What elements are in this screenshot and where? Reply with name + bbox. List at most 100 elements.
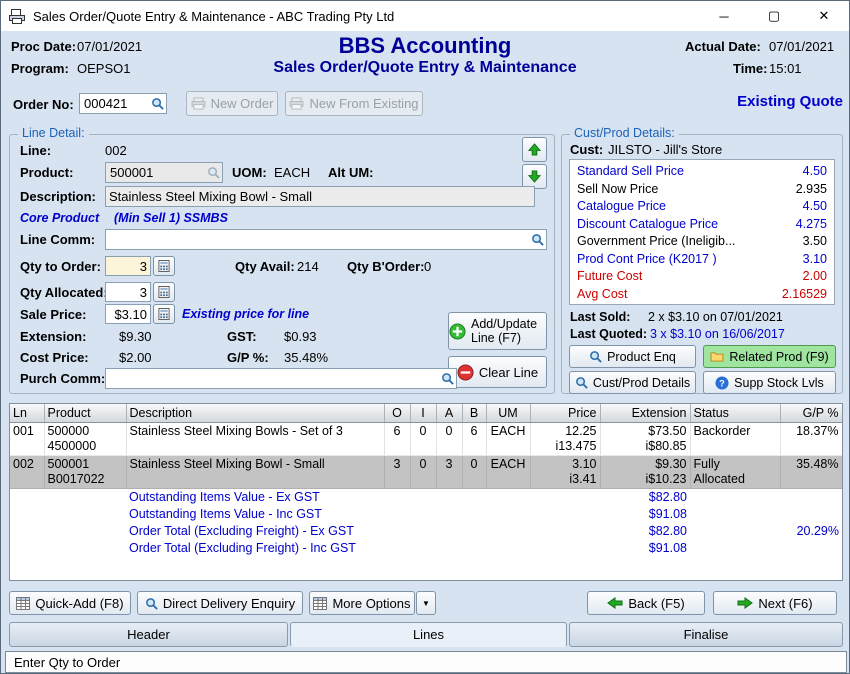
tab-lines-label: Lines xyxy=(413,627,444,642)
summary-row: Order Total (Excluding Freight) - Inc GS… xyxy=(10,540,842,557)
uom-value: EACH xyxy=(274,165,310,180)
cell-description: Stainless Steel Mixing Bowl - Small xyxy=(126,456,384,489)
summary-value: $82.80 xyxy=(600,489,690,507)
col-i[interactable]: I xyxy=(410,404,436,423)
summary-gp xyxy=(780,540,842,557)
col-price[interactable]: Price xyxy=(530,404,600,423)
cust-prod-group-title: Cust/Prod Details: xyxy=(570,126,679,140)
qty-to-order-calc-button[interactable] xyxy=(153,256,175,276)
tab-finalise[interactable]: Finalise xyxy=(569,622,843,647)
qty-allocated-input[interactable] xyxy=(105,282,151,302)
new-from-existing-icon xyxy=(289,97,304,110)
related-prod-button[interactable]: Related Prod (F9) xyxy=(703,345,836,368)
folder-icon xyxy=(710,351,724,362)
order-line-row-2[interactable]: 002 500001B0017022 Stainless Steel Mixin… xyxy=(10,456,842,489)
product-enq-label: Product Enq xyxy=(607,350,676,364)
order-status-badge: Existing Quote xyxy=(701,93,843,110)
cell-o: 3 xyxy=(384,456,410,489)
new-from-existing-button[interactable]: New From Existing xyxy=(285,91,423,116)
extension-label: Extension: xyxy=(20,329,86,344)
cell-status: FullyAllocated xyxy=(690,456,780,489)
order-line-row-1[interactable]: 001 5000004500000 Stainless Steel Mixing… xyxy=(10,423,842,456)
calculator-icon xyxy=(158,260,170,272)
app-icon xyxy=(9,9,25,24)
cell-description: Stainless Steel Mixing Bowls - Set of 3 xyxy=(126,423,384,456)
col-b[interactable]: B xyxy=(462,404,486,423)
purch-comm-field[interactable] xyxy=(105,368,457,389)
search-icon[interactable] xyxy=(151,97,164,110)
cell-status: Backorder xyxy=(690,423,780,456)
product-field[interactable]: 500001 xyxy=(105,162,223,183)
maximize-icon[interactable]: ▢ xyxy=(749,1,799,31)
clear-line-button[interactable]: Clear Line xyxy=(448,356,547,388)
more-options-dropdown-button[interactable]: ▼ xyxy=(416,591,436,615)
price-label: Standard Sell Price xyxy=(577,163,684,181)
sale-price-calc-button[interactable] xyxy=(153,304,175,324)
tab-header[interactable]: Header xyxy=(9,622,288,647)
price-value: 4.50 xyxy=(803,163,827,181)
minimize-icon[interactable]: ─ xyxy=(699,1,749,31)
direct-delivery-label: Direct Delivery Enquiry xyxy=(163,596,295,611)
col-o[interactable]: O xyxy=(384,404,410,423)
clear-line-label: Clear Line xyxy=(479,365,538,380)
col-a[interactable]: A xyxy=(436,404,462,423)
summary-label: Order Total (Excluding Freight) - Inc GS… xyxy=(126,540,384,557)
last-sold-label: Last Sold: xyxy=(570,310,630,324)
search-icon[interactable] xyxy=(207,166,220,179)
qty-border-value: 0 xyxy=(424,259,431,274)
back-button[interactable]: Back (F5) xyxy=(587,591,705,615)
cust-prod-details-button[interactable]: Cust/Prod Details xyxy=(569,371,696,394)
minus-icon xyxy=(457,364,474,381)
col-um[interactable]: UM xyxy=(486,404,530,423)
cell-b: 0 xyxy=(462,456,486,489)
supp-stock-label: Supp Stock Lvls xyxy=(734,376,824,390)
line-up-button[interactable] xyxy=(522,137,547,162)
search-icon[interactable] xyxy=(441,372,454,385)
time-label: Time: xyxy=(733,61,767,76)
summary-gp xyxy=(780,489,842,507)
col-description[interactable]: Description xyxy=(126,404,384,423)
product-enq-button[interactable]: Product Enq xyxy=(569,345,696,368)
summary-value: $91.08 xyxy=(600,540,690,557)
line-detail-group-title: Line Detail: xyxy=(18,126,89,140)
col-ln[interactable]: Ln xyxy=(10,404,44,423)
line-label: Line: xyxy=(20,143,51,158)
description-field[interactable] xyxy=(105,186,535,207)
cell-um: EACH xyxy=(486,456,530,489)
gp-value: 35.48% xyxy=(284,350,328,365)
order-no-field[interactable]: 000421 xyxy=(79,93,167,114)
price-list: Standard Sell Price 4.50 Sell Now Price2.… xyxy=(569,159,835,305)
col-status[interactable]: Status xyxy=(690,404,780,423)
close-icon[interactable]: ✕ xyxy=(799,1,849,31)
quick-add-button[interactable]: Quick-Add (F8) xyxy=(9,591,131,615)
more-options-button[interactable]: More Options xyxy=(309,591,415,615)
direct-delivery-button[interactable]: Direct Delivery Enquiry xyxy=(137,591,303,615)
tab-lines[interactable]: Lines xyxy=(290,622,567,647)
sale-price-input[interactable] xyxy=(105,304,151,324)
price-row: Government Price (Ineligib...3.50 xyxy=(577,233,827,251)
cell-price: 12.25i13.475 xyxy=(530,423,600,456)
calculator-icon xyxy=(158,308,170,320)
new-order-button[interactable]: New Order xyxy=(186,91,278,116)
new-order-label: New Order xyxy=(211,96,274,111)
search-icon[interactable] xyxy=(531,233,544,246)
col-product[interactable]: Product xyxy=(44,404,126,423)
qty-allocated-calc-button[interactable] xyxy=(153,282,175,302)
add-update-line-button[interactable]: Add/Update Line (F7) xyxy=(448,312,547,350)
qty-to-order-input[interactable] xyxy=(105,256,151,276)
min-sell-note: (Min Sell 1) SSMBS xyxy=(114,211,228,225)
supp-stock-button[interactable]: ? Supp Stock Lvls xyxy=(703,371,836,394)
price-row: Prod Cont Price (K2017 )3.10 xyxy=(577,251,827,269)
cell-um: EACH xyxy=(486,423,530,456)
qty-to-order-label: Qty to Order: xyxy=(20,259,101,274)
price-row: Sell Now Price2.935 xyxy=(577,181,827,199)
col-gp[interactable]: G/P % xyxy=(780,404,842,423)
arrow-right-icon xyxy=(737,597,753,609)
uom-label: UOM: xyxy=(232,165,267,180)
col-extension[interactable]: Extension xyxy=(600,404,690,423)
next-button[interactable]: Next (F6) xyxy=(713,591,837,615)
cell-product: 5000004500000 xyxy=(44,423,126,456)
purch-comm-label: Purch Comm: xyxy=(20,371,105,386)
line-comm-field[interactable] xyxy=(105,229,547,250)
summary-row: Outstanding Items Value - Inc GST $91.08 xyxy=(10,506,842,523)
